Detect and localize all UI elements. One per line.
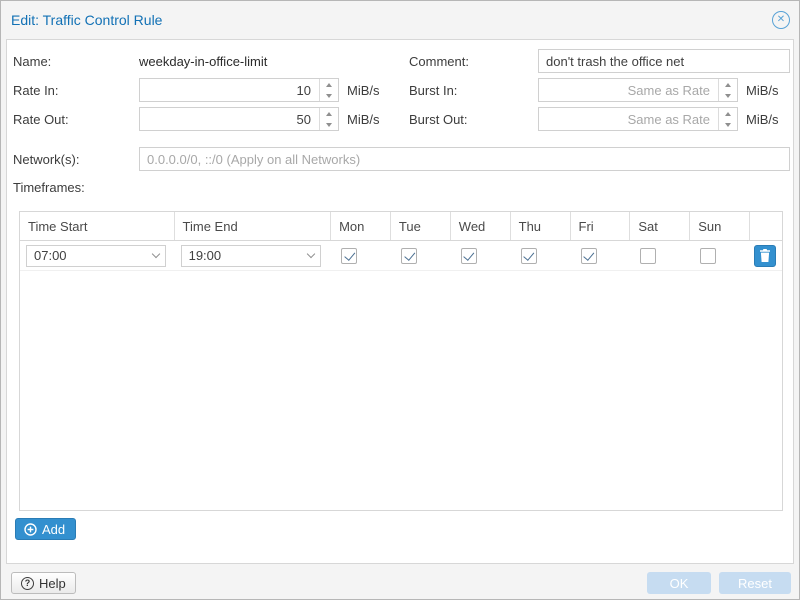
burst-out-label: Burst Out:	[409, 107, 468, 131]
comment-label: Comment:	[409, 49, 469, 73]
spinner-up-icon[interactable]	[719, 79, 737, 90]
add-button[interactable]: Add	[15, 518, 76, 540]
rate-out-unit: MiB/s	[347, 107, 380, 131]
column-header-tue[interactable]: Tue	[391, 212, 451, 240]
timeframes-label: Timeframes:	[13, 175, 85, 199]
dialog-footer: Help OK Reset	[1, 564, 800, 600]
burst-out-unit: MiB/s	[746, 107, 779, 131]
wed-checkbox[interactable]	[461, 248, 477, 264]
burst-in-label: Burst In:	[409, 78, 457, 102]
column-header-sat[interactable]: Sat	[630, 212, 690, 240]
burst-in-unit: MiB/s	[746, 78, 779, 102]
column-header-wed[interactable]: Wed	[451, 212, 511, 240]
dialog-titlebar: Edit: Traffic Control Rule	[1, 1, 799, 39]
close-icon[interactable]	[772, 11, 790, 29]
rate-in-unit: MiB/s	[347, 78, 380, 102]
edit-traffic-control-rule-dialog: Edit: Traffic Control Rule Name: weekday…	[0, 0, 800, 600]
spinner-up-icon[interactable]	[320, 108, 338, 119]
tue-checkbox[interactable]	[401, 248, 417, 264]
burst-out-spinner	[718, 108, 737, 130]
column-header-fri[interactable]: Fri	[571, 212, 631, 240]
spinner-down-icon[interactable]	[719, 119, 737, 130]
rate-in-label: Rate In:	[13, 78, 59, 102]
burst-in-input[interactable]	[538, 78, 738, 102]
help-button[interactable]: Help	[11, 572, 76, 594]
time-start-input[interactable]	[26, 245, 166, 267]
trash-icon	[759, 249, 771, 262]
timeframe-row	[20, 241, 782, 271]
comment-input[interactable]	[538, 49, 790, 73]
name-value: weekday-in-office-limit	[139, 49, 267, 73]
fri-checkbox[interactable]	[581, 248, 597, 264]
rate-out-spinner	[319, 108, 338, 130]
column-header-mon[interactable]: Mon	[331, 212, 391, 240]
mon-checkbox[interactable]	[341, 248, 357, 264]
rate-out-input[interactable]	[139, 107, 339, 131]
plus-circle-icon	[24, 523, 37, 536]
question-circle-icon	[21, 577, 34, 590]
column-header-thu[interactable]: Thu	[511, 212, 571, 240]
dialog-title: Edit: Traffic Control Rule	[11, 1, 162, 39]
help-button-label: Help	[39, 576, 66, 591]
time-end-combo[interactable]	[181, 245, 321, 267]
column-header-sun[interactable]: Sun	[690, 212, 750, 240]
spinner-down-icon[interactable]	[320, 119, 338, 130]
spinner-up-icon[interactable]	[320, 79, 338, 90]
time-start-combo[interactable]	[26, 245, 166, 267]
timeframes-grid: Time Start Time End Mon Tue Wed Thu Fri …	[19, 211, 783, 511]
thu-checkbox[interactable]	[521, 248, 537, 264]
sun-checkbox[interactable]	[700, 248, 716, 264]
burst-in-spinner	[718, 79, 737, 101]
networks-label: Network(s):	[13, 147, 79, 171]
rate-out-label: Rate Out:	[13, 107, 69, 131]
networks-input[interactable]	[139, 147, 790, 171]
rate-in-spinner	[319, 79, 338, 101]
column-header-time-start[interactable]: Time Start	[20, 212, 175, 240]
ok-button[interactable]: OK	[647, 572, 711, 594]
column-header-time-end[interactable]: Time End	[175, 212, 332, 240]
sat-checkbox[interactable]	[640, 248, 656, 264]
time-end-input[interactable]	[181, 245, 321, 267]
rate-in-input[interactable]	[139, 78, 339, 102]
column-header-actions	[750, 212, 782, 240]
add-button-label: Add	[42, 522, 65, 537]
delete-row-button[interactable]	[754, 245, 776, 267]
burst-out-input[interactable]	[538, 107, 738, 131]
spinner-down-icon[interactable]	[719, 90, 737, 101]
spinner-up-icon[interactable]	[719, 108, 737, 119]
timeframes-grid-header: Time Start Time End Mon Tue Wed Thu Fri …	[20, 212, 782, 241]
name-label: Name:	[13, 49, 51, 73]
spinner-down-icon[interactable]	[320, 90, 338, 101]
reset-button[interactable]: Reset	[719, 572, 791, 594]
